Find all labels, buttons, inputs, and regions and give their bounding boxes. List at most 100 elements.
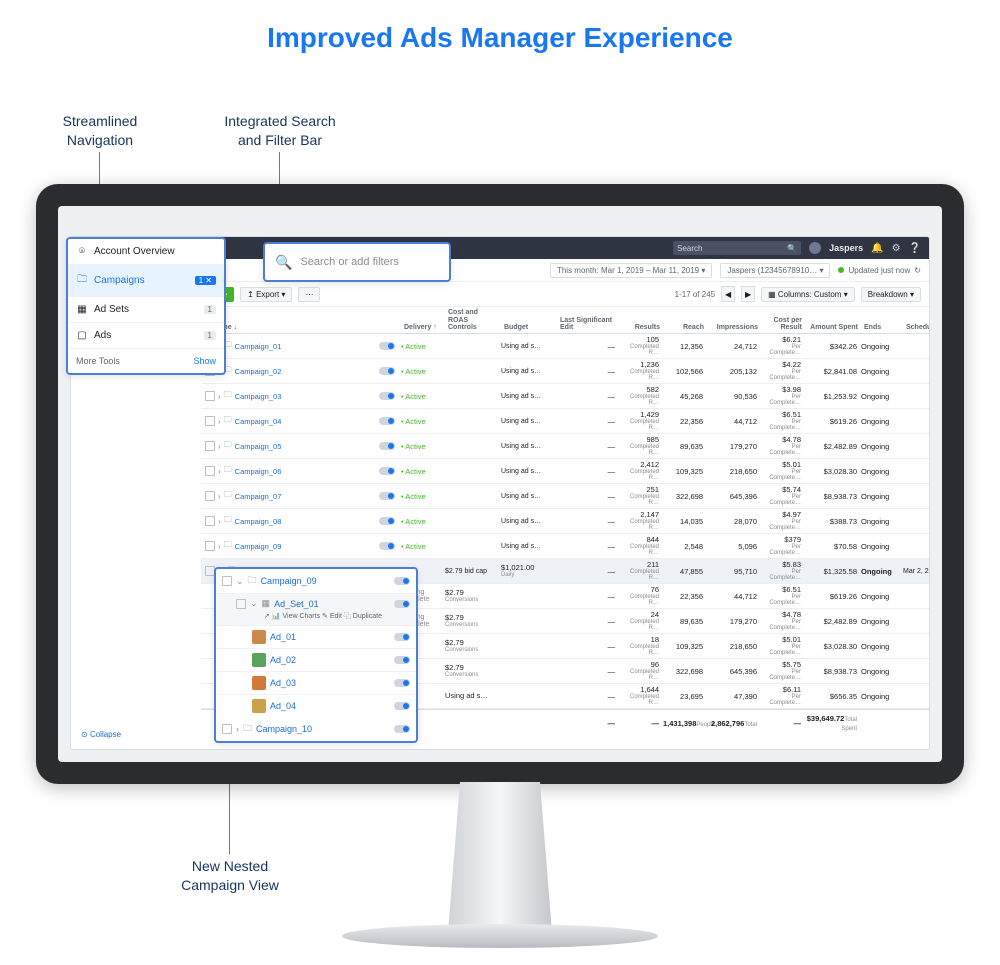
account-selector[interactable]: Jaspers (12345678910… ▾ — [720, 263, 830, 278]
nested-ad[interactable]: Ad_01 — [216, 626, 416, 649]
campaign-name[interactable]: Campaign_06 — [235, 467, 282, 476]
campaign-name[interactable]: Campaign_07 — [235, 492, 282, 501]
table-row[interactable]: ›🗀Campaign_05ActiveUsing ad s…—985Comple… — [201, 434, 929, 459]
nested-campaign-10[interactable]: ›🗀Campaign_10 — [216, 717, 416, 741]
toggle[interactable] — [379, 392, 395, 400]
search-filter-bar[interactable]: 🔍 Search or add filters — [263, 242, 451, 282]
checkbox[interactable] — [205, 391, 215, 401]
toggle[interactable] — [394, 577, 410, 585]
campaign-name[interactable]: Campaign_05 — [235, 442, 282, 451]
chevron-right-icon: › — [218, 492, 221, 501]
checkbox[interactable] — [205, 466, 215, 476]
toggle[interactable] — [379, 342, 395, 350]
toggle[interactable] — [379, 367, 395, 375]
table-row[interactable]: ›🗀Campaign_09ActiveUsing ad s…—844Comple… — [201, 534, 929, 559]
chevron-down-icon: ⌄ — [250, 598, 258, 609]
chevron-right-icon: › — [218, 542, 221, 551]
col-delivery[interactable]: Delivery ↑ — [401, 322, 445, 334]
more-button[interactable]: ⋯ — [298, 287, 320, 302]
delivery-status: Active — [401, 542, 426, 551]
nested-ad[interactable]: Ad_02 — [216, 649, 416, 672]
nested-ad[interactable]: Ad_03 — [216, 672, 416, 695]
toggle[interactable] — [379, 542, 395, 550]
campaigns-badge: 1 ✕ — [195, 276, 216, 285]
ad-thumbnail — [252, 630, 266, 644]
toggle[interactable] — [379, 492, 395, 500]
campaign-name[interactable]: Campaign_03 — [235, 392, 282, 401]
col-last-edit[interactable]: Last Significant Edit — [557, 315, 619, 334]
col-schedule[interactable]: Schedule — [903, 322, 930, 334]
table-row[interactable]: ›🗀Campaign_03ActiveUsing ad s…—582Comple… — [201, 384, 929, 409]
delivery-status: Active — [401, 467, 426, 476]
campaign-name[interactable]: Campaign_01 — [235, 342, 282, 351]
toggle[interactable] — [394, 725, 410, 733]
global-search-input[interactable]: Search🔍 — [673, 241, 801, 255]
toggle[interactable] — [379, 442, 395, 450]
nested-campaign-09[interactable]: ⌄🗀Campaign_09 — [216, 569, 416, 594]
nav-more-tools[interactable]: More ToolsShow — [68, 349, 224, 373]
campaign-name[interactable]: Campaign_04 — [235, 417, 282, 426]
col-cost-per-result[interactable]: Cost per Result — [761, 315, 805, 334]
toggle[interactable] — [379, 417, 395, 425]
nav-account-overview[interactable]: ⌾Account Overview — [68, 239, 224, 265]
columns-button[interactable]: ▦ Columns: Custom ▾ — [761, 287, 855, 302]
gear-icon[interactable]: ⚙ — [892, 243, 901, 254]
help-icon[interactable]: ❔ — [909, 243, 921, 254]
nested-ad[interactable]: Ad_04 — [216, 695, 416, 717]
folder-icon: 🗀 — [224, 439, 232, 453]
prev-page-button[interactable]: ◀ — [721, 286, 735, 302]
checkbox[interactable] — [205, 541, 215, 551]
toggle[interactable] — [394, 702, 410, 710]
campaign-name[interactable]: Campaign_09 — [235, 542, 282, 551]
folder-icon: 🗀 — [224, 389, 232, 403]
col-ends[interactable]: Ends — [861, 322, 903, 334]
bell-icon[interactable]: 🔔 — [871, 243, 883, 254]
checkbox[interactable] — [205, 491, 215, 501]
table-row[interactable]: ›🗀Campaign_07ActiveUsing ad s…—251Comple… — [201, 484, 929, 509]
toggle[interactable] — [394, 679, 410, 687]
col-results[interactable]: Results — [619, 322, 663, 334]
chevron-right-icon: › — [218, 442, 221, 451]
nested-adset-01[interactable]: ⌄▦Ad_Set_01 ➚ 📊 View Charts ✎ Edit ⿻ Dup… — [216, 594, 416, 626]
nav-ads[interactable]: ▢Ads1 — [68, 323, 224, 349]
grid-icon: ▦ — [76, 304, 88, 315]
collapse-button[interactable]: ⊙ Collapse — [81, 730, 121, 739]
checkbox[interactable] — [205, 441, 215, 451]
col-reach[interactable]: Reach — [663, 322, 707, 334]
campaign-name[interactable]: Campaign_08 — [235, 517, 282, 526]
col-budget[interactable]: Budget — [501, 322, 557, 334]
checkbox[interactable] — [205, 416, 215, 426]
nested-campaign-panel: ⌄🗀Campaign_09 ⌄▦Ad_Set_01 ➚ 📊 View Chart… — [214, 567, 418, 743]
next-page-button[interactable]: ▶ — [741, 286, 755, 302]
table-row[interactable]: ›🗀Campaign_08ActiveUsing ad s…—2,147Comp… — [201, 509, 929, 534]
delivery-status: Active — [401, 367, 426, 376]
export-button[interactable]: ↥ Export ▾ — [240, 287, 292, 302]
toggle[interactable] — [379, 517, 395, 525]
user-avatar-icon[interactable] — [809, 242, 821, 254]
toggle[interactable] — [379, 467, 395, 475]
date-range-selector[interactable]: This month: Mar 1, 2019 – Mar 11, 2019 ▾ — [550, 263, 712, 278]
col-name[interactable]: ▢ Name ↓ — [201, 322, 401, 334]
chevron-right-icon: › — [236, 724, 239, 734]
table-row[interactable]: ›🗀Campaign_01ActiveUsing ad s…—105Comple… — [201, 334, 929, 359]
folder-icon: 🗀 — [243, 721, 252, 737]
campaign-name[interactable]: Campaign_02 — [235, 367, 282, 376]
table-row[interactable]: ›🗀Campaign_04ActiveUsing ad s…—1,429Comp… — [201, 409, 929, 434]
nav-campaigns[interactable]: 🗀Campaigns1 ✕ — [68, 265, 224, 297]
toggle[interactable] — [394, 633, 410, 641]
col-amount-spent[interactable]: Amount Spent — [805, 322, 861, 334]
checkbox[interactable] — [205, 516, 215, 526]
delivery-status: Active — [401, 492, 426, 501]
col-impressions[interactable]: Impressions — [707, 322, 761, 334]
toggle[interactable] — [394, 600, 410, 608]
folder-icon: 🗀 — [224, 539, 232, 553]
toggle[interactable] — [394, 656, 410, 664]
table-row[interactable]: ›🗀Campaign_06ActiveUsing ad s…—2,412Comp… — [201, 459, 929, 484]
col-cost-roas[interactable]: Cost and ROAS Controls — [445, 307, 501, 334]
folder-icon: 🗀 — [224, 489, 232, 503]
nav-adsets[interactable]: ▦Ad Sets1 — [68, 297, 224, 323]
breakdown-button[interactable]: Breakdown ▾ — [861, 287, 921, 302]
ad-thumbnail — [252, 653, 266, 667]
table-row[interactable]: ›🗀Campaign_02ActiveUsing ad s…—1,236Comp… — [201, 359, 929, 384]
folder-icon: 🗀 — [224, 514, 232, 528]
